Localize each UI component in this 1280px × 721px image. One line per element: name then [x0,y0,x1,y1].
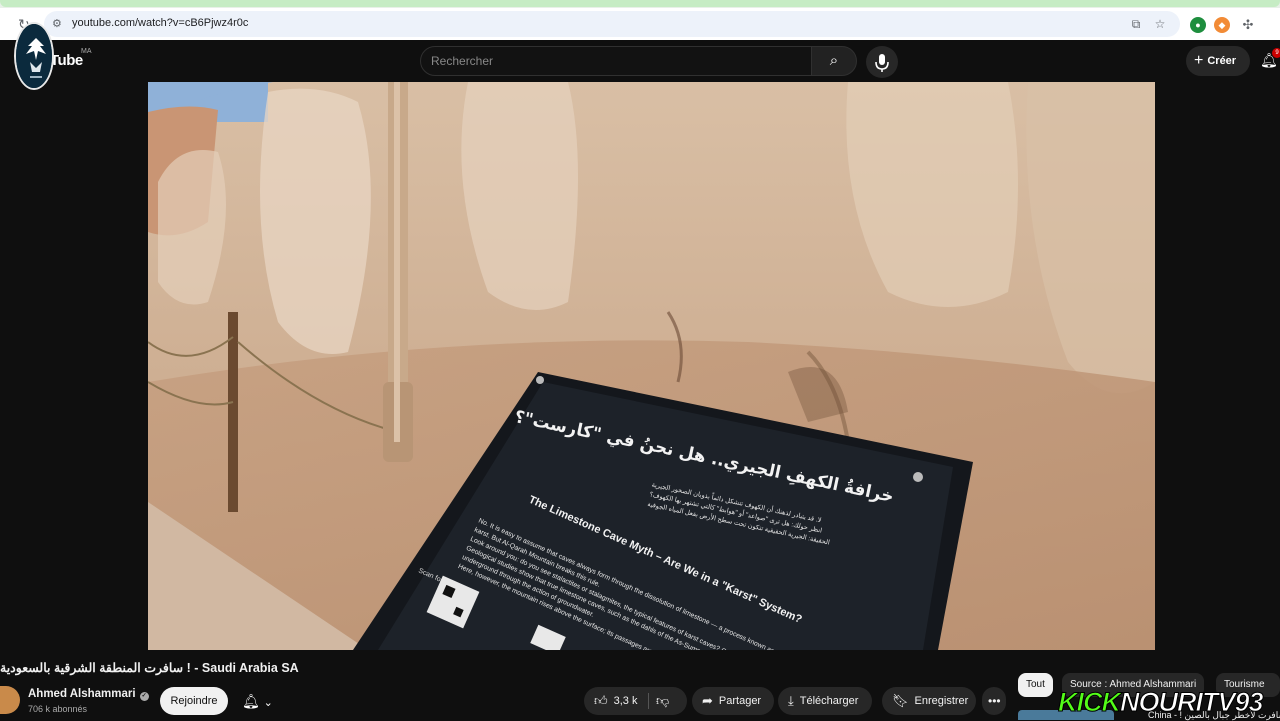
nouritv-text: NOURITV93 [1120,687,1265,718]
share-button[interactable]: ➦ Partager [692,687,774,715]
eagle-logo-icon [16,24,52,88]
thumbs-up-icon: 👍︎ [594,693,608,708]
save-label: Enregistrer [914,695,969,707]
microphone-icon [875,54,889,72]
install-app-icon[interactable]: ⧉ [1128,16,1144,32]
search-button[interactable]: ⌕ [811,46,857,76]
more-actions-button[interactable]: ••• [982,687,1006,715]
chip-all[interactable]: Tout [1018,673,1053,697]
owner-actions-row: Ahmed Alshammari ✓ 706 k abonnés Rejoindr… [0,686,1010,720]
address-bar[interactable]: ⚙ youtube.com/watch?v=cB6Pjwz4r0c ⧉ ☆ [44,11,1180,37]
search-input[interactable] [431,52,801,70]
bookmark-star-icon[interactable]: ☆ [1152,16,1168,32]
url-text[interactable]: youtube.com/watch?v=cB6Pjwz4r0c [72,17,248,29]
chevron-down-icon: ⌄ [263,697,273,709]
voice-search-button[interactable] [866,46,898,78]
browser-top-strip [0,0,1280,8]
subscriber-count: 706 k abonnés [28,704,88,714]
verified-badge-icon: ✓ [139,692,149,701]
browser-toolbar: ↻ ⚙ youtube.com/watch?v=cB6Pjwz4r0c ⧉ ☆ … [0,8,1280,40]
youtube-wordmark[interactable]: Tube [50,52,83,69]
youtube-header: Tube MA ⌕ +Créer 🔔︎ 9 [0,22,1280,90]
kick-text: KICK [1058,687,1122,718]
create-label: Créer [1207,55,1237,67]
site-info-icon[interactable]: ⚙ [52,17,66,31]
more-dots-icon: ••• [988,694,1001,708]
kick-watermark: KICKNOURITV93 [1058,687,1265,719]
download-label: Télécharger [799,695,859,707]
like-dislike-group: 👍︎ 3,3 k 👎︎ [584,687,687,715]
bell-icon: 🔔︎ [242,693,260,709]
download-icon: ⤓ [788,693,794,708]
thumbs-down-icon: 👎︎ [656,693,670,708]
search-icon: ⌕ [829,52,839,69]
country-code: MA [81,48,92,55]
divider [648,693,649,709]
plus-icon: + [1194,52,1204,69]
search-box[interactable] [420,46,812,76]
extension-icon-green[interactable]: ● [1190,17,1206,33]
video-title: سافرت المنطقة الشرقية بالسعودية ! - Saud… [0,661,299,675]
tab-strip-highlight [0,0,1280,7]
share-label: Partager [718,695,762,707]
channel-logo-overlay [14,22,54,90]
save-button[interactable]: 🔖︎ Enregistrer [882,687,976,715]
channel-name[interactable]: Ahmed Alshammari ✓ [28,688,149,701]
like-button[interactable]: 👍︎ 3,3 k [584,693,638,708]
channel-avatar[interactable] [0,686,20,714]
dislike-button[interactable]: 👎︎ [656,687,680,715]
video-player[interactable]: خرافةُ الكهفِ الجيري.. هل نحنُ في "كارست… [148,82,1155,650]
video-frame: خرافةُ الكهفِ الجيري.. هل نحنُ في "كارست… [148,82,1155,650]
extension-icon-orange[interactable]: ◆ [1214,17,1230,33]
create-button[interactable]: + Créer [1186,46,1250,76]
like-count: 3,3 k [613,695,638,707]
bookmark-icon: 🔖︎ [892,693,909,708]
download-button[interactable]: ⤓ Télécharger [778,687,872,715]
subscription-bell-button[interactable]: 🔔︎ ⌄ [236,687,286,715]
extensions-puzzle-icon[interactable]: ✣ [1240,17,1256,33]
notifications-badge: 9 [1272,48,1280,58]
join-button[interactable]: Rejoindre [160,687,228,715]
channel-name-text: Ahmed Alshammari [28,688,136,700]
share-arrow-icon: ➦ [702,693,713,708]
